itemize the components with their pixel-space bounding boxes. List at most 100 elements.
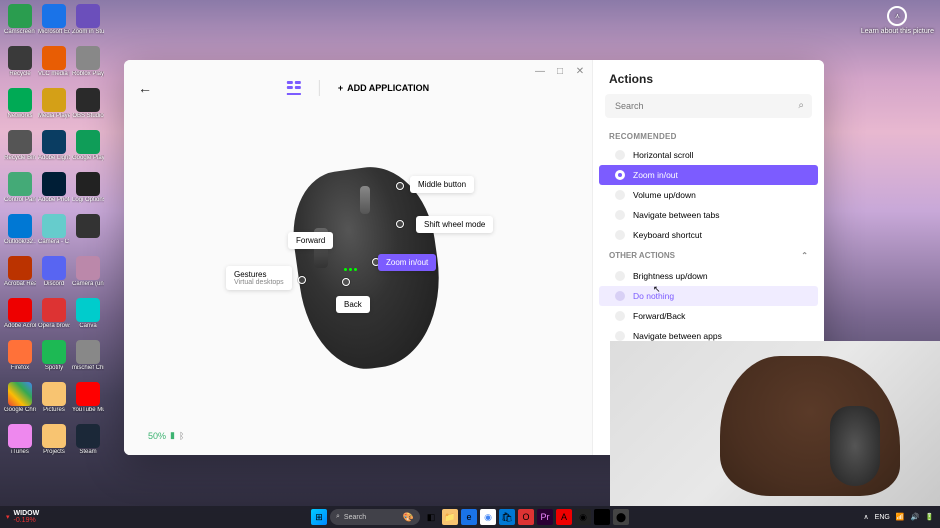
volume-icon[interactable]: 🔊	[911, 513, 920, 521]
desktop-icon[interactable]: Firefox	[4, 340, 36, 380]
pin-gestures[interactable]	[298, 276, 306, 284]
apps-grid-icon[interactable]	[287, 81, 301, 95]
battery-indicator: 50% ▮ ᛒ	[148, 430, 184, 441]
callout-gestures[interactable]: Gestures Virtual desktops	[226, 266, 292, 290]
battery-icon: ▮	[170, 430, 175, 441]
pin-shift[interactable]	[396, 220, 404, 228]
pin-back[interactable]	[342, 278, 350, 286]
desktop-icon[interactable]: Networks	[4, 88, 36, 128]
panel-title: Actions	[593, 60, 824, 94]
action-item[interactable]: Zoom in/out	[599, 165, 818, 185]
desktop-icon[interactable]: Google Chrome	[4, 382, 36, 422]
desktop-icon[interactable]: Camera (unnamed)	[72, 256, 104, 296]
taskbar-search[interactable]: ⌕ Search 🎨	[330, 509, 420, 525]
app-main-pane: — □ ✕ ← + ADD APPLICATION	[124, 60, 592, 455]
desktop-icon[interactable]: YouTube Music	[72, 382, 104, 422]
recommended-section-label: RECOMMENDED	[593, 128, 824, 145]
taskbar-widgets[interactable]: ▾ WIDOW -0.19%	[6, 510, 39, 524]
desktop-icon[interactable]: Opera browser	[38, 298, 70, 338]
capcut-icon[interactable]: ✦	[594, 509, 610, 525]
desktop-icon[interactable]: Microsoft Edge	[38, 4, 70, 44]
other-actions-label: OTHER ACTIONS	[609, 251, 675, 260]
other-actions-header[interactable]: OTHER ACTIONS ⌃	[593, 245, 824, 266]
desktop-icon[interactable]: Steam	[72, 424, 104, 464]
search-icon: ⌕	[336, 513, 340, 521]
desktop-icon[interactable]: Pictures	[38, 382, 70, 422]
back-arrow-icon[interactable]: ←	[138, 80, 152, 96]
desktop-icon[interactable]: Adobe Acrobat DC	[4, 298, 36, 338]
desktop-icon[interactable]: Acrobat Reader	[4, 256, 36, 296]
edge-icon[interactable]: e	[461, 509, 477, 525]
callout-forward[interactable]: Forward	[288, 232, 333, 249]
callout-shift-wheel[interactable]: Shift wheel mode	[416, 216, 493, 233]
bluetooth-icon: ᛒ	[179, 431, 184, 441]
acrobat-icon[interactable]: A	[556, 509, 572, 525]
desktop-icon[interactable]: Recycle Bin	[4, 130, 36, 170]
desktop-icon[interactable]: Discord	[38, 256, 70, 296]
search-icon[interactable]: ⌕	[798, 100, 804, 111]
info-icon: ⋏	[887, 6, 907, 26]
desktop-icon[interactable]: Outlook/32…	[4, 214, 36, 254]
start-button[interactable]: ⊞	[311, 509, 327, 525]
action-item[interactable]: Do nothing	[599, 286, 818, 306]
action-item[interactable]: Volume up/down	[599, 185, 818, 205]
desktop-icon[interactable]: Projects	[38, 424, 70, 464]
topbar-divider	[319, 80, 320, 96]
callout-zoom[interactable]: Zoom in/out	[378, 254, 436, 271]
wifi-icon[interactable]: 📶	[896, 513, 905, 521]
gestures-sublabel: Virtual desktops	[234, 279, 284, 286]
pin-middle[interactable]	[396, 182, 404, 190]
desktop-icon[interactable]: OBS Studio	[72, 88, 104, 128]
app-topbar: ← + ADD APPLICATION	[138, 74, 578, 102]
desktop-icon[interactable]: Adobe Photoshop.lnk	[38, 172, 70, 212]
opera-icon[interactable]: O	[518, 509, 534, 525]
callout-back[interactable]: Back	[336, 296, 370, 313]
desktop-icon[interactable]: Spotify	[38, 340, 70, 380]
search-art-icon: 🎨	[403, 512, 414, 523]
explorer-icon[interactable]: 📁	[442, 509, 458, 525]
desktop-icon[interactable]: iTunes	[4, 424, 36, 464]
radio-icon	[615, 331, 625, 341]
webcam-overlay	[610, 341, 940, 506]
logi-icon[interactable]: ⬤	[613, 509, 629, 525]
battery-icon[interactable]: 🔋	[925, 513, 934, 521]
callout-middle-button[interactable]: Middle button	[410, 176, 474, 193]
desktop-icon[interactable]: Recycle	[4, 46, 36, 86]
physical-mouse	[830, 406, 880, 486]
desktop-icon[interactable]: Zoom in Studio	[72, 4, 104, 44]
desktop-info-widget[interactable]: ⋏ Learn about this picture	[861, 6, 934, 35]
action-item[interactable]: Brightness up/down	[599, 266, 818, 286]
system-tray[interactable]: ∧ ENG 📶 🔊 🔋	[864, 513, 934, 521]
action-label: Keyboard shortcut	[633, 230, 702, 240]
desktop-icon[interactable]: Google Play Games beta	[72, 130, 104, 170]
add-application-button[interactable]: + ADD APPLICATION	[338, 83, 429, 93]
obs-icon[interactable]: ◉	[575, 509, 591, 525]
recommended-list: Horizontal scrollZoom in/outVolume up/do…	[593, 145, 824, 245]
action-item[interactable]: Keyboard shortcut	[599, 225, 818, 245]
search-input[interactable]	[605, 94, 812, 118]
tray-chevron-icon[interactable]: ∧	[864, 513, 869, 521]
add-app-label: ADD APPLICATION	[347, 83, 429, 93]
desktop-icon[interactable]: Camera - C…	[38, 214, 70, 254]
store-icon[interactable]: 🛍	[499, 509, 515, 525]
desktop-icon[interactable]: Canva	[72, 298, 104, 338]
radio-icon	[615, 190, 625, 200]
desktop-icon[interactable]: Logi Options+	[72, 172, 104, 212]
other-actions-list: ↖ Brightness up/downDo nothingForward/Ba…	[593, 266, 824, 346]
desktop-icon[interactable]: Adobe Lightroom	[38, 130, 70, 170]
mouse-visualization: Middle button Shift wheel mode Zoom in/o…	[124, 120, 592, 415]
action-item[interactable]: Navigate between tabs	[599, 205, 818, 225]
tray-lang[interactable]: ENG	[875, 514, 890, 521]
desktop-icon[interactable]: Media Player Classic	[38, 88, 70, 128]
desktop-icon[interactable]: Camscreen Whatsup	[4, 4, 36, 44]
action-item[interactable]: Forward/Back	[599, 306, 818, 326]
desktop-icon[interactable]	[72, 214, 104, 254]
task-view-icon[interactable]: ◧	[423, 509, 439, 525]
desktop-icon[interactable]: VLC media player	[38, 46, 70, 86]
premiere-icon[interactable]: Pr	[537, 509, 553, 525]
action-item[interactable]: Horizontal scroll	[599, 145, 818, 165]
desktop-icon[interactable]: Control Panel	[4, 172, 36, 212]
desktop-icon[interactable]: mischief Chrome	[72, 340, 104, 380]
desktop-icon[interactable]: Roblox Player	[72, 46, 104, 86]
chrome-icon[interactable]: ◉	[480, 509, 496, 525]
